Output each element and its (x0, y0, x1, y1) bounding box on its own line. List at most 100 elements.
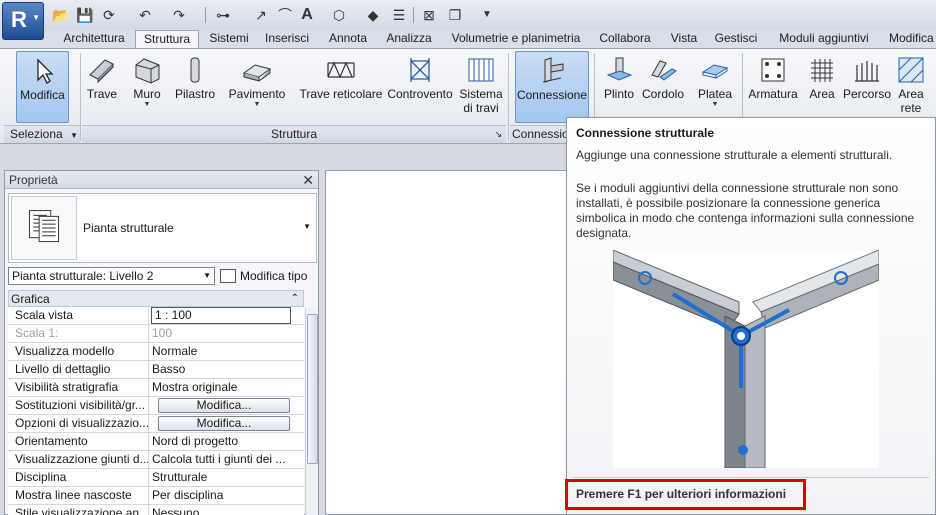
instance-label: Pianta strutturale: Livello 2 (12, 269, 154, 283)
redo-icon[interactable]: ↷ (170, 6, 188, 24)
area-rebar-icon (811, 59, 833, 82)
property-value[interactable]: Calcola tutti i giunti dei ... (149, 451, 304, 469)
customize-icon[interactable]: ▼ (478, 6, 496, 24)
edit-type-button[interactable]: Modifica tipo (218, 266, 307, 286)
rebar-label: Armatura (748, 87, 798, 101)
property-value[interactable]: Basso (149, 361, 304, 379)
rebar-button[interactable]: Armatura (746, 51, 800, 123)
edit-display-options-button[interactable]: Modifica... (158, 416, 290, 431)
property-value[interactable]: Mostra originale (149, 379, 304, 397)
section-icon[interactable]: ◆ (364, 6, 382, 24)
column-icon (190, 57, 200, 83)
property-value[interactable]: Normale (149, 343, 304, 361)
tab-collabora[interactable]: Collabora (595, 30, 655, 48)
switch-windows-icon[interactable]: ❐ (446, 6, 464, 24)
thin-lines-icon[interactable]: ☰ (390, 6, 408, 24)
close-icon[interactable]: ✕ (302, 171, 314, 189)
slab-button[interactable]: Platea ▼ (694, 51, 736, 123)
ribbon-tabs: Architettura Struttura Sistemi Inserisci… (0, 30, 936, 48)
select-panel-label: Seleziona (10, 127, 63, 141)
measure-icon[interactable]: ↗ (252, 6, 270, 24)
beam-label: Trave (86, 87, 118, 101)
chevron-down-icon: ▼ (203, 271, 211, 280)
application-menu-button[interactable]: R ▼ (2, 2, 44, 40)
undo-icon[interactable]: ↶ (136, 6, 154, 24)
tab-volumetrie[interactable]: Volumetrie e planimetria (444, 30, 588, 48)
dialog-launcher-icon[interactable]: ↘ (494, 126, 502, 143)
table-row: Visualizza modello Normale (8, 343, 304, 361)
beam-button[interactable]: Trave (84, 51, 120, 123)
view-scale-input[interactable]: 1 : 100 (151, 307, 291, 324)
structural-connection-illustration (613, 250, 879, 468)
tab-analizza[interactable]: Analizza (381, 30, 437, 48)
fabric-area-button[interactable]: Area rete (894, 51, 928, 123)
edit-visibility-button[interactable]: Modifica... (158, 398, 290, 413)
structure-panel-title: Struttura ↘ (82, 125, 506, 143)
property-name: Visualizza modello (8, 343, 149, 361)
fabric-area-label-2: rete (900, 101, 922, 115)
select-panel-title[interactable]: Seleziona ▼ (4, 125, 80, 143)
beam-system-button[interactable]: Sistema di travi (458, 51, 504, 123)
beam-icon (89, 59, 114, 84)
property-value[interactable]: Nord di progetto (149, 433, 304, 451)
truss-button[interactable]: Trave reticolare (298, 51, 384, 123)
table-row: Livello di dettaglio Basso (8, 361, 304, 379)
tooltip-long-description: Se i moduli aggiuntivi della connessione… (576, 181, 915, 240)
scrollbar-thumb[interactable] (307, 314, 318, 464)
property-name: Livello di dettaglio (8, 361, 149, 379)
tab-gestisci[interactable]: Gestisci (711, 30, 761, 48)
beam-system-label-2: di travi (463, 101, 499, 115)
structural-connection-icon (542, 57, 564, 83)
table-row: Visualizzazione giunti d... Calcola tutt… (8, 451, 304, 469)
column-button[interactable]: Pilastro (172, 51, 218, 123)
wall-button[interactable]: Muro ▼ (127, 51, 167, 123)
tab-sistemi[interactable]: Sistemi (203, 30, 255, 48)
property-value[interactable]: Per disciplina (149, 487, 304, 505)
tab-architettura[interactable]: Architettura (53, 30, 135, 48)
save-icon[interactable]: 💾 (76, 6, 94, 24)
tab-modifica[interactable]: Modifica (885, 30, 936, 48)
property-value: Modifica... (149, 397, 304, 415)
curb-label: Cordolo (641, 87, 685, 101)
tab-inserisci[interactable]: Inserisci (259, 30, 315, 48)
align-icon[interactable]: ⊶ (214, 6, 232, 24)
modify-label: Modifica (20, 88, 65, 102)
property-value[interactable]: Nessuno (149, 505, 304, 515)
property-value: 100 (152, 326, 173, 340)
type-selector[interactable]: Pianta strutturale ▼ (8, 193, 317, 263)
tab-struttura[interactable]: Struttura (135, 30, 199, 48)
instance-filter-dropdown[interactable]: Pianta strutturale: Livello 2 ▼ (8, 267, 215, 285)
connection-button[interactable]: Connessione (515, 51, 589, 123)
modify-button[interactable]: Modifica (16, 51, 69, 123)
area-button[interactable]: Area (804, 51, 840, 123)
property-name: Scala 1: (8, 325, 149, 343)
tab-vista[interactable]: Vista (664, 30, 704, 48)
properties-palette: Proprietà ✕ Pianta strutturale ▼ Pianta … (4, 170, 319, 515)
scrollbar[interactable] (305, 308, 318, 515)
properties-grid: Grafica ⌃ Scala vista 1 : 100 Scala 1: 1… (8, 290, 304, 515)
close-hidden-icon[interactable]: ⊠ (420, 6, 438, 24)
dimension-icon[interactable]: ⌒ (276, 6, 294, 24)
sync-icon[interactable]: ⟳ (100, 6, 118, 24)
beam-system-label-1: Sistema (459, 87, 503, 101)
wall-label: Muro (133, 87, 161, 101)
footing-button[interactable]: Plinto (600, 51, 638, 123)
group-header-graphics[interactable]: Grafica ⌃ (8, 290, 304, 307)
floor-icon (242, 64, 272, 82)
property-value[interactable]: Strutturale (149, 469, 304, 487)
curb-button[interactable]: Cordolo (640, 51, 686, 123)
open-icon[interactable]: 📂 (52, 6, 70, 24)
text-icon[interactable]: A (298, 6, 316, 24)
collapse-icon[interactable]: ⌃ (291, 291, 299, 307)
type-name: Pianta strutturale (83, 221, 174, 235)
3d-view-icon[interactable]: ⬡ (330, 6, 348, 24)
brace-button[interactable]: Controvento (384, 51, 456, 123)
edit-type-label: Modifica tipo (240, 269, 308, 283)
path-button[interactable]: Percorso (842, 51, 892, 123)
group-label: Grafica (11, 292, 50, 306)
tab-moduli-aggiuntivi[interactable]: Moduli aggiuntivi (770, 30, 878, 48)
floor-button[interactable]: Pavimento ▼ (226, 51, 288, 123)
chevron-down-icon[interactable]: ▼ (303, 222, 311, 231)
curb-icon (651, 60, 677, 81)
tab-annota[interactable]: Annota (322, 30, 374, 48)
